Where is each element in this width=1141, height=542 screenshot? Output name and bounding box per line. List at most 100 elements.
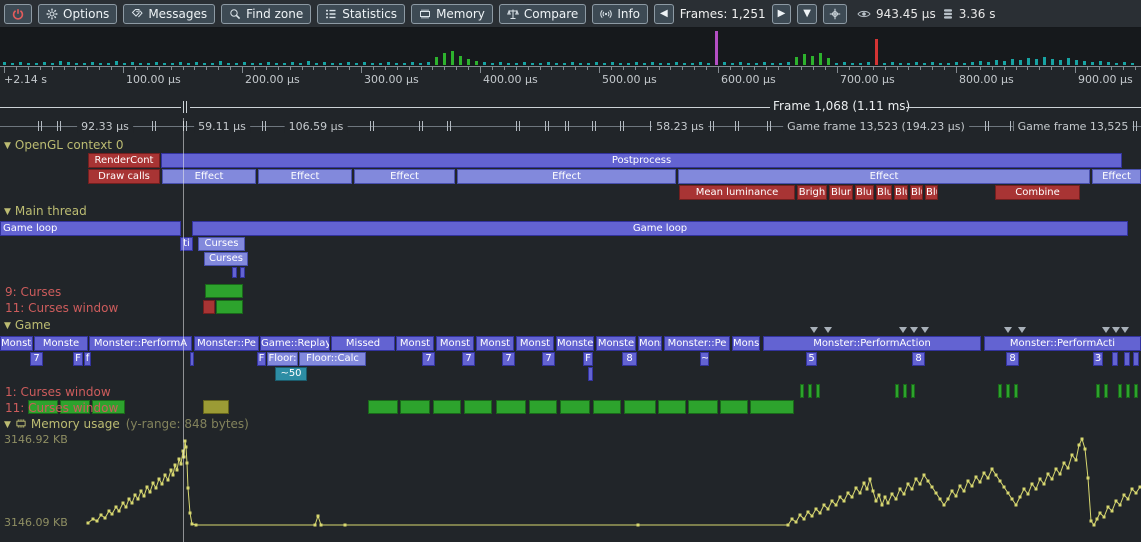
frame-bar[interactable]: [1019, 60, 1022, 65]
frame-bar[interactable]: [1083, 61, 1086, 65]
frame-bar[interactable]: [947, 63, 950, 65]
frame-bar[interactable]: [3, 62, 6, 65]
frame-bar[interactable]: [203, 63, 206, 65]
frame-bar[interactable]: [635, 62, 638, 65]
plot-11-curses-window-2-bar[interactable]: [593, 400, 621, 414]
frame-bar[interactable]: [187, 63, 190, 65]
frame-bar[interactable]: [939, 63, 942, 65]
frame-bar[interactable]: [107, 63, 110, 65]
frame-bar[interactable]: [1123, 62, 1126, 65]
collapse-triangle-icon[interactable]: ▼: [4, 141, 11, 151]
collapsed-zones-marker-icon[interactable]: [910, 327, 918, 333]
collapsed-zones-marker-icon[interactable]: [899, 327, 907, 333]
game-depth1-bar[interactable]: Floor:: [267, 352, 298, 366]
frame-bar[interactable]: [739, 62, 742, 65]
game-depth1-bar[interactable]: 3: [1093, 352, 1103, 366]
frame-bar[interactable]: [1099, 61, 1102, 65]
frame-bar[interactable]: [1091, 62, 1094, 65]
opengl-depth1-bar[interactable]: Effect: [162, 169, 256, 184]
frame-label[interactable]: 92.33 µs: [77, 120, 133, 133]
info-button[interactable]: Info: [592, 4, 648, 24]
frame-bar[interactable]: [427, 62, 430, 65]
frame-bar[interactable]: [75, 63, 78, 65]
frame-bar[interactable]: [315, 63, 318, 65]
frame-bar[interactable]: [819, 53, 822, 65]
opengl-depth1-bar[interactable]: Effect: [354, 169, 455, 184]
game-depth1-bar[interactable]: Floor::Calc: [299, 352, 366, 366]
frame-bar[interactable]: [1115, 63, 1118, 65]
frame-bar[interactable]: [891, 62, 894, 65]
prev-frame-button[interactable]: ◀: [654, 4, 674, 24]
game-depth1-bar[interactable]: 5: [806, 352, 817, 366]
frame-bar[interactable]: [835, 63, 838, 65]
plot-1-curses-window-bar[interactable]: [816, 384, 820, 398]
frame-bar[interactable]: [627, 63, 630, 65]
plot-1-curses-window-bar[interactable]: [903, 384, 907, 398]
frame-bar[interactable]: [483, 62, 486, 65]
frame-label[interactable]: 59.11 µs: [194, 120, 250, 133]
frame-bar[interactable]: [387, 62, 390, 65]
plot-9-curses-bar[interactable]: [205, 284, 243, 298]
plot-11-curses-window-2-bar[interactable]: [624, 400, 656, 414]
frame-bar[interactable]: [1067, 58, 1070, 65]
opengl-depth0-bar[interactable]: Postprocess: [161, 153, 1122, 168]
frame-bar[interactable]: [59, 61, 62, 65]
frame-bar[interactable]: [995, 60, 998, 65]
frame-bar[interactable]: [195, 62, 198, 65]
frame-bar[interactable]: [547, 62, 550, 65]
current-frame-label[interactable]: Frame 1,068 (1.11 ms): [773, 99, 903, 113]
statistics-button[interactable]: Statistics: [317, 4, 405, 24]
frame-label[interactable]: 106.59 µs: [285, 120, 348, 133]
frame-bar[interactable]: [379, 63, 382, 65]
game-depth1-bar[interactable]: F: [583, 352, 593, 366]
collapse-triangle-icon[interactable]: ▼: [4, 321, 11, 331]
frame-bar[interactable]: [35, 63, 38, 65]
plot-11-curses-window-bar[interactable]: [216, 300, 243, 314]
frame-bar[interactable]: [659, 63, 662, 65]
frame-bar[interactable]: [1131, 63, 1134, 65]
frame-bar[interactable]: [579, 63, 582, 65]
game-depth1-bar[interactable]: F: [73, 352, 83, 366]
frame-bar[interactable]: [651, 62, 654, 65]
frame-bar[interactable]: [67, 62, 70, 65]
frame-bar[interactable]: [451, 51, 454, 65]
opengl-depth1-bar[interactable]: Effect: [258, 169, 352, 184]
plot-1-curses-window-bar[interactable]: [998, 384, 1002, 398]
plot-11-curses-window-2-bar[interactable]: [203, 400, 229, 414]
frame-bar[interactable]: [115, 61, 118, 65]
game-depth1-bar[interactable]: 8: [1006, 352, 1019, 366]
collapsed-zones-marker-icon[interactable]: [1004, 327, 1012, 333]
game-depth1-bar[interactable]: [190, 352, 194, 366]
frame-bar[interactable]: [1051, 59, 1054, 65]
plot-1-curses-window-bar[interactable]: [1126, 384, 1130, 398]
game-depth0-bar[interactable]: Mons: [638, 336, 662, 351]
game-depth0-bar[interactable]: Monster::PerformA: [89, 336, 192, 351]
frame-bar[interactable]: [619, 63, 622, 65]
frame-bar[interactable]: [19, 62, 22, 65]
frame-bar[interactable]: [155, 62, 158, 65]
goto-frame-button[interactable]: [823, 4, 847, 24]
frame-bar[interactable]: [243, 62, 246, 65]
frame-bar[interactable]: [915, 62, 918, 65]
frame-label[interactable]: 58.23 µs: [652, 120, 708, 133]
frame-bar[interactable]: [971, 62, 974, 65]
main-depth0-bar[interactable]: Game loop: [0, 221, 181, 236]
frame-bar[interactable]: [611, 62, 614, 65]
frame-bar[interactable]: [667, 63, 670, 65]
frame-bar[interactable]: [259, 63, 262, 65]
game-depth0-bar[interactable]: Monst: [436, 336, 474, 351]
plot-11-curses-window-bar[interactable]: [203, 300, 215, 314]
frame-bar[interactable]: [699, 62, 702, 65]
frame-bar[interactable]: [11, 63, 14, 65]
frame-bar[interactable]: [1027, 58, 1030, 65]
frame-bar[interactable]: [523, 62, 526, 65]
frame-bar[interactable]: [83, 63, 86, 65]
game-depth0-bar[interactable]: Monst: [396, 336, 434, 351]
opengl-depth1-bar[interactable]: Effect: [457, 169, 676, 184]
plot-11-curses-window-2-bar[interactable]: [433, 400, 461, 414]
frame-bar[interactable]: [1107, 62, 1110, 65]
plot-11-curses-window-2-bar[interactable]: [496, 400, 526, 414]
frame-bar[interactable]: [715, 31, 718, 65]
game-depth1-bar[interactable]: 7: [542, 352, 555, 366]
collapse-triangle-icon[interactable]: ▼: [4, 420, 11, 430]
